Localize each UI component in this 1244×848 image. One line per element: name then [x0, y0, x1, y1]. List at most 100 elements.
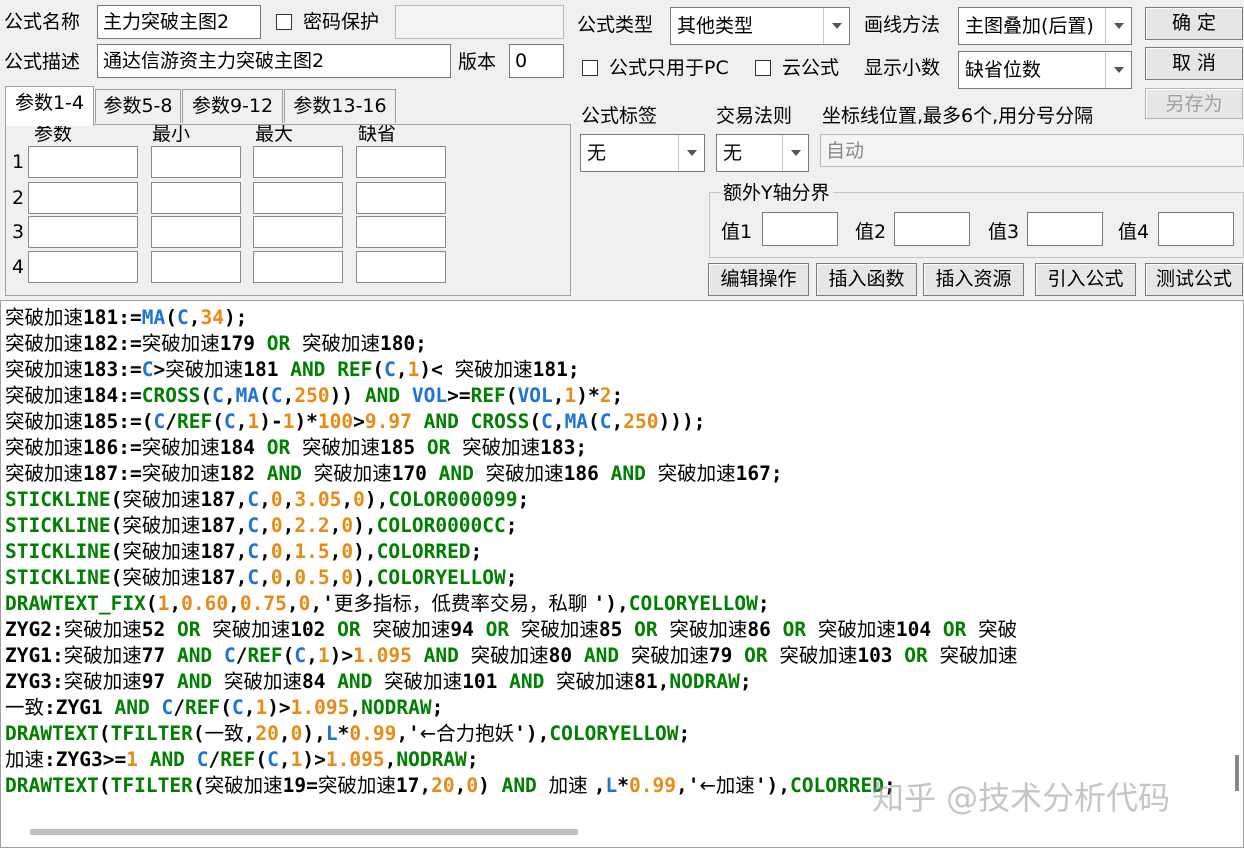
- param-1-max-input[interactable]: [253, 146, 343, 178]
- param-3-min-input[interactable]: [151, 216, 241, 248]
- y-value-2-input[interactable]: [894, 212, 970, 246]
- chevron-down-icon[interactable]: [1105, 8, 1131, 44]
- param-2-default-input[interactable]: [356, 182, 446, 214]
- code-token: ,: [329, 514, 342, 537]
- code-token: 突破加速: [141, 436, 220, 459]
- param-4-default-input[interactable]: [356, 251, 446, 283]
- horizontal-scrollbar[interactable]: [30, 829, 578, 835]
- code-token: (: [505, 384, 518, 407]
- param-3-max-input[interactable]: [253, 216, 343, 248]
- y-value-1-input[interactable]: [762, 212, 838, 246]
- code-editor[interactable]: 突破加速181:=MA(C,34); 突破加速182:=突破加速179 OR 突破…: [0, 300, 1244, 848]
- code-token: 187,: [200, 514, 248, 537]
- edit-ops-button[interactable]: 编辑操作: [708, 263, 809, 296]
- code-token: ,': [675, 774, 700, 797]
- tab-params-1-4[interactable]: 参数1-4: [5, 86, 94, 126]
- trade-rule-value: 无: [723, 142, 743, 164]
- param-4-max-input[interactable]: [253, 251, 343, 283]
- code-token: 加速: [548, 774, 594, 797]
- code-token: ,: [282, 514, 295, 537]
- param-4-min-input[interactable]: [151, 251, 241, 283]
- pc-only-label: 公式只用于PC: [609, 57, 729, 79]
- tab-params-13-16[interactable]: 参数13-16: [284, 89, 396, 123]
- chevron-down-icon[interactable]: [1105, 52, 1131, 88]
- coord-lines-input[interactable]: 自动: [820, 134, 1244, 167]
- y-value-3-input[interactable]: [1027, 212, 1103, 246]
- code-token: 1: [255, 696, 268, 719]
- code-token: AND: [176, 670, 213, 693]
- code-token: ,: [282, 384, 295, 407]
- code-token: 1: [282, 410, 295, 433]
- decimals-select[interactable]: 缺省位数: [958, 51, 1132, 89]
- param-2-max-input[interactable]: [253, 182, 343, 214]
- tag-select[interactable]: 无: [580, 134, 705, 172]
- code-token: REF: [470, 384, 506, 407]
- insert-resource-button[interactable]: 插入资源: [923, 263, 1024, 296]
- code-token: (: [220, 696, 232, 719]
- param-4-name-input[interactable]: [28, 251, 138, 283]
- param-2-min-input[interactable]: [151, 182, 241, 214]
- code-token: 1: [126, 748, 138, 771]
- formula-desc-input[interactable]: 通达信游资主力突破主图2: [97, 44, 451, 78]
- cloud-checkbox[interactable]: [755, 60, 771, 76]
- formula-name-input[interactable]: 主力突破主图2: [97, 5, 261, 39]
- tab-params-9-12[interactable]: 参数9-12: [182, 89, 283, 123]
- code-token: ;: [757, 592, 770, 615]
- save-as-button[interactable]: 另存为: [1145, 88, 1243, 119]
- code-token: 1.5: [294, 540, 330, 563]
- code-token: ;: [517, 488, 530, 511]
- vertical-scrollbar[interactable]: [1235, 755, 1239, 791]
- code-token: CROSS: [141, 384, 201, 407]
- test-formula-button[interactable]: 测试公式: [1145, 263, 1243, 296]
- code-token: AND: [501, 774, 537, 797]
- code-token: 突破加速: [122, 540, 201, 563]
- code-token: 加速: [5, 748, 45, 771]
- param-1-default-input[interactable]: [356, 146, 446, 178]
- code-token: /: [208, 748, 221, 771]
- code-token: 187,: [200, 540, 248, 563]
- pc-only-checkbox[interactable]: [582, 60, 598, 76]
- code-token: 52: [141, 618, 177, 641]
- param-3-name-input[interactable]: [28, 216, 138, 248]
- chevron-down-icon[interactable]: [782, 135, 808, 171]
- insert-function-button[interactable]: 插入函数: [816, 263, 917, 296]
- extra-y-axis-label: 额外Y轴分界: [720, 181, 833, 205]
- draw-method-select[interactable]: 主图叠加(后置): [958, 7, 1132, 45]
- code-line: DRAWTEXT_FIX(1,0.60,0.75,0,'更多指标，低费率交易，私…: [5, 591, 1018, 617]
- y-value-4-input[interactable]: [1158, 212, 1234, 246]
- code-token: ,: [454, 774, 467, 797]
- code-token: 突破加速: [204, 774, 283, 797]
- ok-button[interactable]: 确 定: [1145, 7, 1243, 40]
- code-token: 20: [255, 722, 279, 745]
- y-value-1-label: 值1: [721, 221, 753, 243]
- cancel-button[interactable]: 取 消: [1145, 47, 1243, 80]
- tab-params-5-8[interactable]: 参数5-8: [95, 89, 181, 123]
- formula-type-select[interactable]: 其他类型: [670, 7, 850, 45]
- code-token: /: [165, 410, 177, 433]
- chevron-down-icon[interactable]: [678, 135, 704, 171]
- password-input[interactable]: [395, 5, 564, 39]
- code-token: VOL: [411, 384, 448, 407]
- trade-rule-select[interactable]: 无: [716, 134, 809, 172]
- param-1-min-input[interactable]: [151, 146, 241, 178]
- code-token: ←加速: [699, 774, 755, 797]
- code-token: 0: [466, 774, 479, 797]
- code-token: (: [529, 410, 542, 433]
- code-token: 77: [141, 644, 177, 667]
- code-token: (: [372, 358, 385, 381]
- password-checkbox[interactable]: [276, 14, 292, 30]
- code-token: 突破加速: [223, 670, 302, 693]
- code-token: 17,: [395, 774, 432, 797]
- chevron-down-icon[interactable]: [823, 8, 849, 44]
- version-input[interactable]: 0: [509, 44, 564, 78]
- code-token: 1.095: [290, 696, 350, 719]
- import-formula-button[interactable]: 引入公式: [1035, 263, 1136, 296]
- code-token: *: [337, 722, 350, 745]
- code-token: ,: [259, 488, 271, 511]
- param-3-default-input[interactable]: [356, 216, 446, 248]
- param-1-name-input[interactable]: [28, 146, 138, 178]
- param-2-name-input[interactable]: [28, 182, 138, 214]
